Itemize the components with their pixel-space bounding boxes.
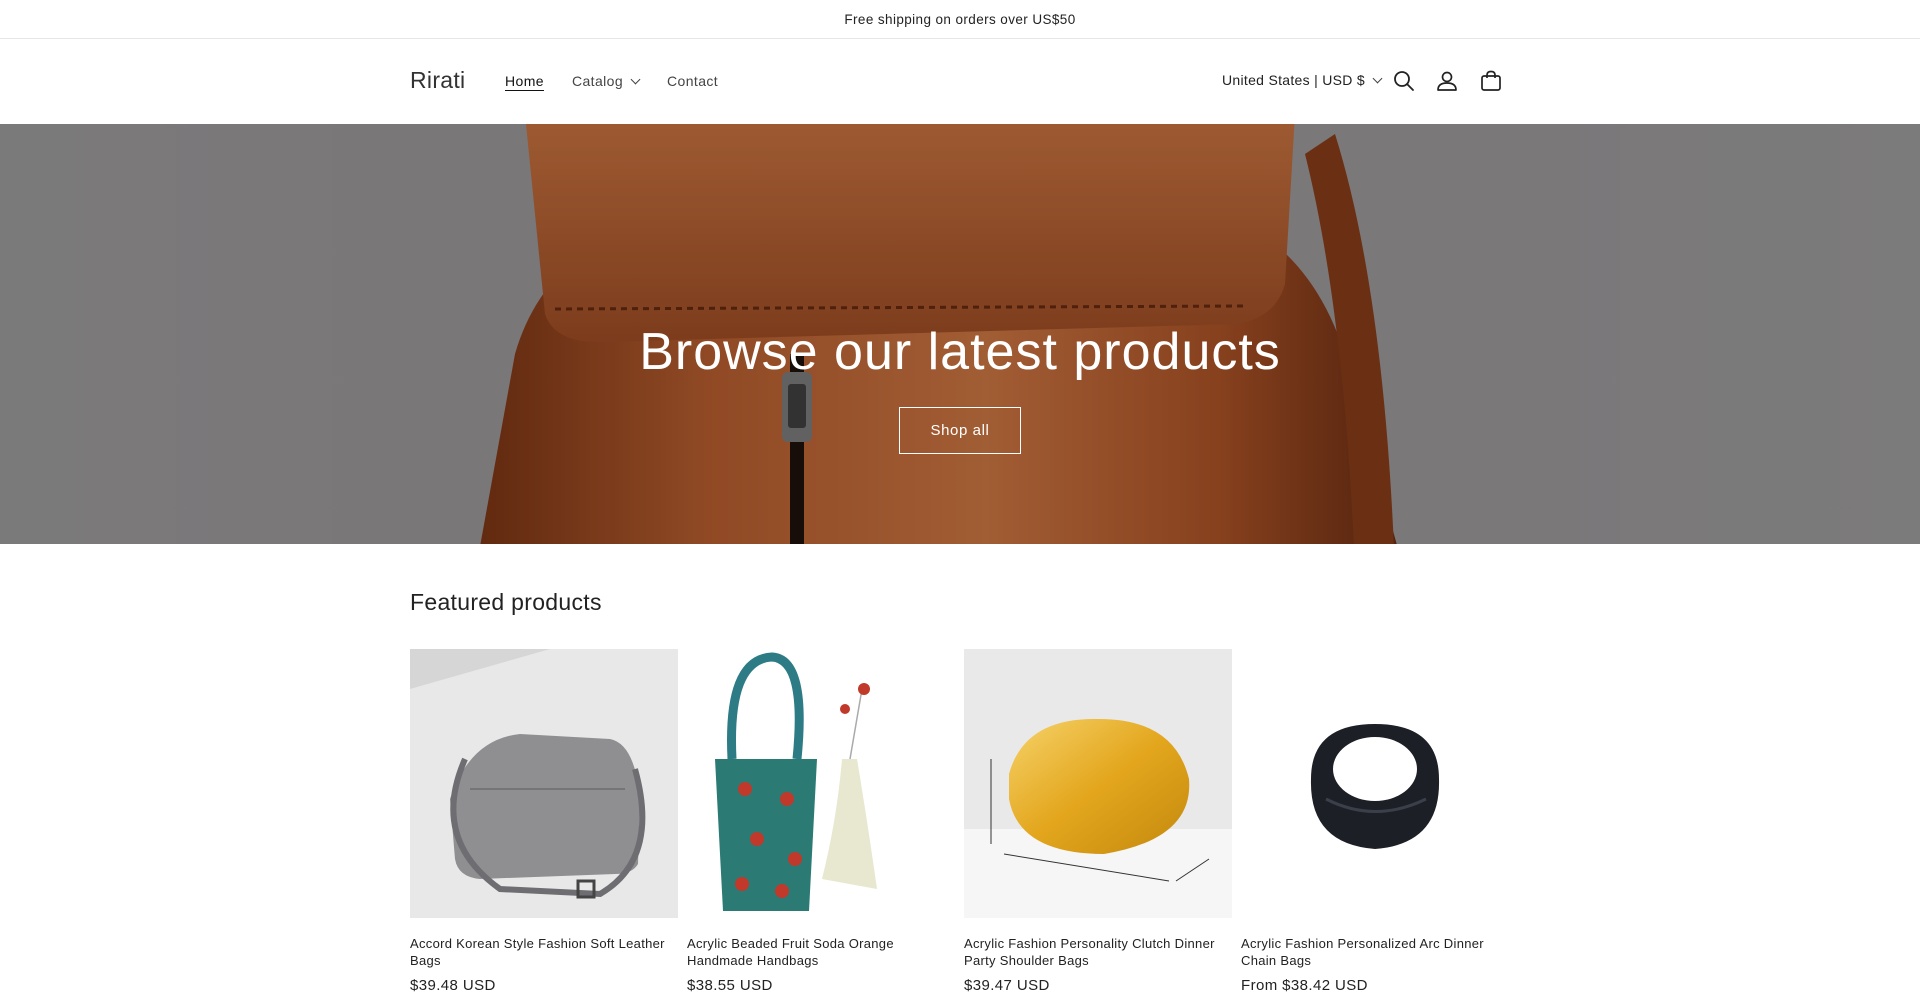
nav-contact[interactable]: Contact <box>667 73 718 89</box>
site-header: Rirati Home Catalog Contact United State… <box>0 39 1920 124</box>
nav-catalog[interactable]: Catalog <box>571 73 641 89</box>
product-price: $39.48 USD <box>410 977 496 993</box>
product-name[interactable]: Acrylic Beaded Fruit Soda Orange Handmad… <box>687 935 955 969</box>
product-card[interactable]: Acrylic Fashion Personalized Arc Dinner … <box>1241 649 1509 993</box>
announcement-bar: Free shipping on orders over US$50 <box>0 0 1920 39</box>
chevron-down-icon <box>630 74 641 84</box>
product-name[interactable]: Acrylic Fashion Personality Clutch Dinne… <box>964 935 1232 969</box>
nav-catalog-label: Catalog <box>571 73 624 89</box>
search-icon[interactable] <box>1391 68 1417 94</box>
country-label: United States | USD $ <box>1222 72 1365 88</box>
store-logo[interactable]: Rirati <box>410 67 465 94</box>
shop-all-button[interactable]: Shop all <box>899 407 1021 454</box>
hero-banner: Browse our latest products Shop all <box>0 124 1920 544</box>
product-name[interactable]: Acrylic Fashion Personalized Arc Dinner … <box>1241 935 1509 969</box>
product-image-beaded-handbag[interactable] <box>687 649 955 918</box>
product-price: $38.55 USD <box>687 977 773 993</box>
hero-title: Browse our latest products <box>639 323 1281 381</box>
product-image-gold-clutch[interactable] <box>964 649 1232 918</box>
chevron-down-icon <box>1372 73 1383 83</box>
product-name[interactable]: Accord Korean Style Fashion Soft Leather… <box>410 935 678 969</box>
nav-home[interactable]: Home <box>505 73 544 89</box>
main-nav: Home Catalog Contact <box>505 73 746 89</box>
country-selector[interactable]: United States | USD $ <box>1222 72 1383 88</box>
product-image-black-arc-bag[interactable] <box>1241 649 1509 918</box>
product-price: $39.47 USD <box>964 977 1050 993</box>
featured-products-heading: Featured products <box>410 589 602 615</box>
product-card[interactable]: Acrylic Fashion Personality Clutch Dinne… <box>964 649 1232 993</box>
account-icon[interactable] <box>1434 68 1460 94</box>
product-price: From $38.42 USD <box>1241 977 1368 993</box>
cart-icon[interactable] <box>1478 68 1504 94</box>
product-image-grey-leather-bag[interactable] <box>410 649 678 918</box>
product-card[interactable]: Accord Korean Style Fashion Soft Leather… <box>410 649 678 993</box>
product-card[interactable]: Acrylic Beaded Fruit Soda Orange Handmad… <box>687 649 955 993</box>
announcement-text: Free shipping on orders over US$50 <box>844 11 1076 27</box>
